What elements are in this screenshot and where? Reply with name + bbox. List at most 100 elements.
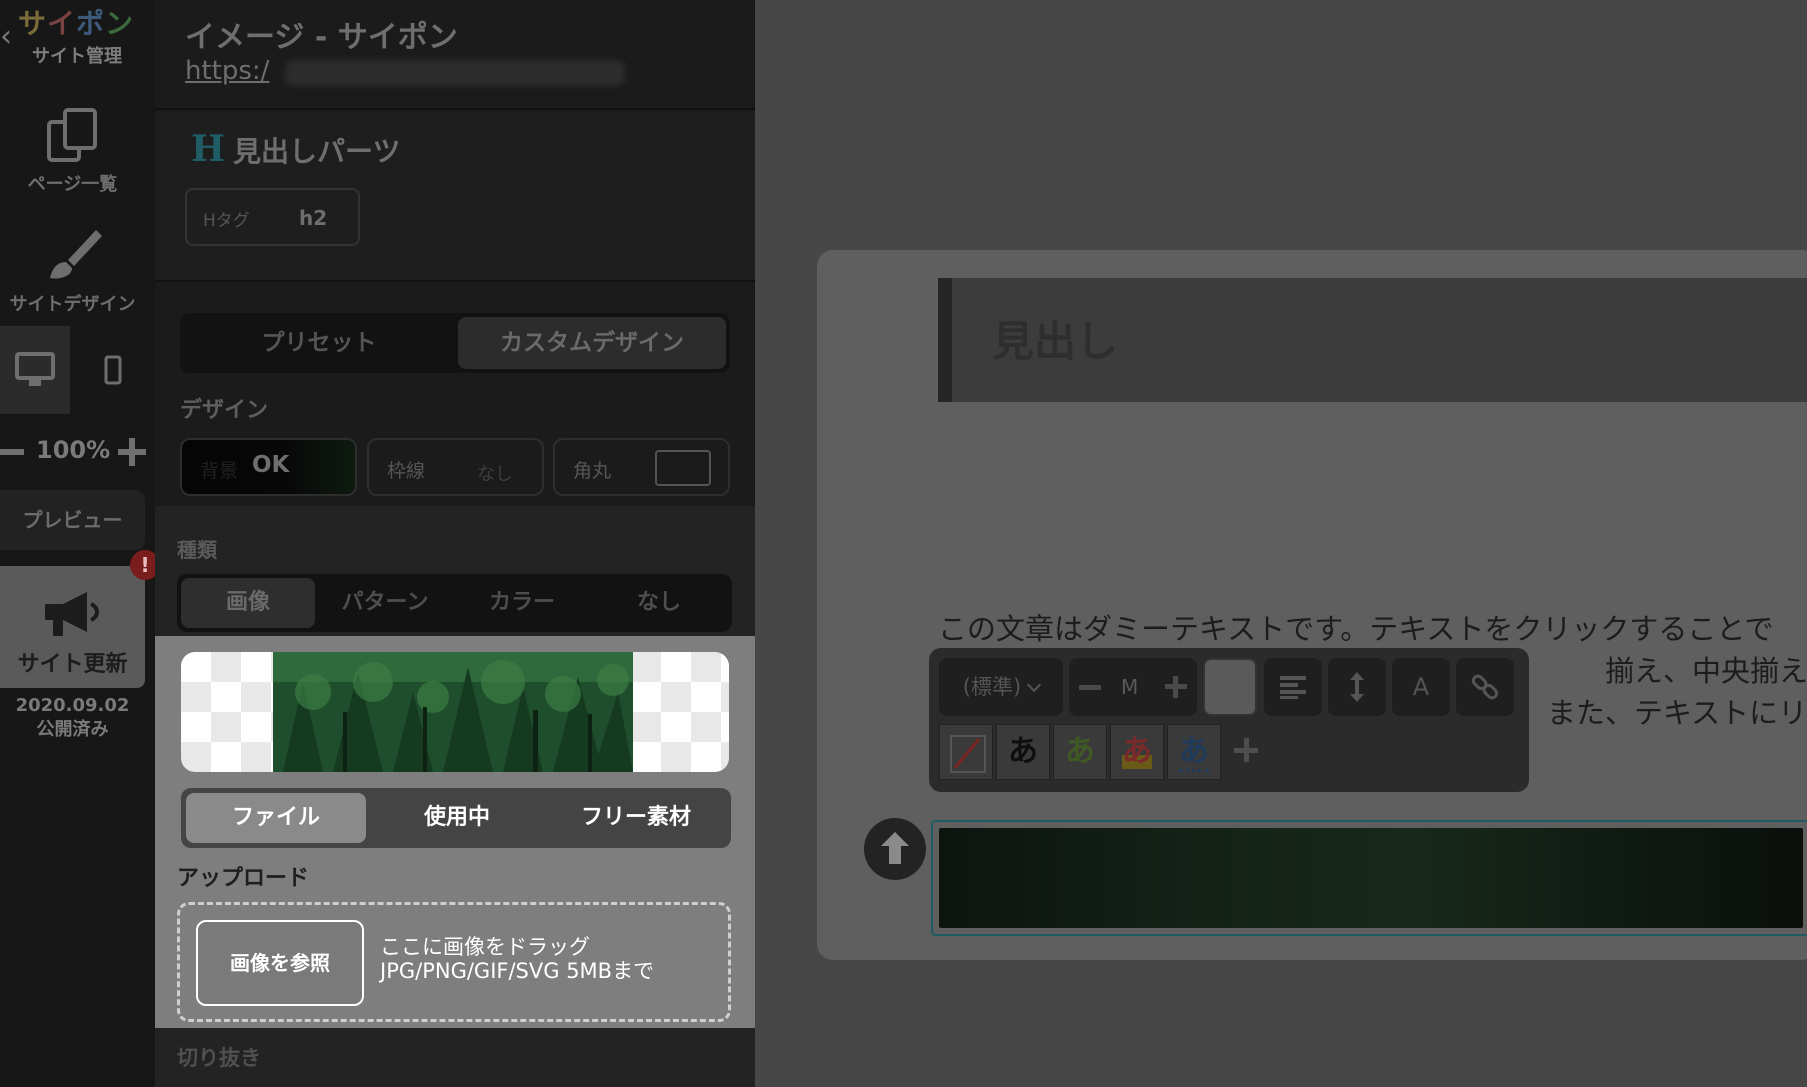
kind-label: 種類 xyxy=(177,538,217,562)
sidebar: ‹ サイポン サイト管理 ページ一覧 サイトデザイン 100% プレビュー サイ… xyxy=(0,0,160,1087)
upload-label: アップロード xyxy=(177,866,310,891)
browse-image-button[interactable]: 画像を参照 xyxy=(196,920,364,1006)
tab-kind-none[interactable]: なし xyxy=(592,578,726,628)
site-update-label: サイト更新 xyxy=(17,652,128,677)
desktop-icon xyxy=(15,352,55,386)
kind-section: 種類 画像 パターン カラー なし xyxy=(155,506,755,636)
font-button[interactable]: A xyxy=(1392,658,1450,716)
heading-part-section: H 見出しパーツ Hタグ h2 xyxy=(155,112,755,282)
text-align-button[interactable] xyxy=(1264,658,1322,716)
text-format-toolbar: (標準) M A あ あ あ あ xyxy=(929,648,1529,792)
forest-image xyxy=(273,652,633,772)
saipon-logo[interactable]: サイポン xyxy=(18,6,134,42)
image-block[interactable] xyxy=(931,820,1807,936)
design-mode-tabs: プリセット カスタムデザイン xyxy=(180,313,730,373)
preview-canvas: 見出し この文章はダミーテキストです。テキストをクリックすることで 揃え、中央揃… xyxy=(755,0,1807,1087)
page-title: イメージ - サイポン xyxy=(185,20,458,55)
zoom-out-icon[interactable] xyxy=(0,449,24,455)
link-button[interactable] xyxy=(1456,658,1514,716)
underline-decoration-button[interactable]: あ xyxy=(1167,724,1221,780)
preview-button[interactable]: プレビュー xyxy=(0,490,145,550)
publish-date: 2020.09.02 xyxy=(15,695,130,716)
bold-decoration-button[interactable]: あ xyxy=(996,724,1050,780)
desktop-view-toggle[interactable] xyxy=(0,326,70,414)
font-size-stepper: M xyxy=(1069,658,1197,716)
heading-block[interactable]: 見出し xyxy=(938,278,1807,402)
image-preview[interactable] xyxy=(181,652,729,772)
site-update-button[interactable]: サイト更新 xyxy=(0,566,145,688)
text-color-button[interactable] xyxy=(1203,658,1257,716)
background-option[interactable]: 背景 OK xyxy=(180,438,357,496)
move-up-button[interactable] xyxy=(864,818,926,880)
tab-kind-image[interactable]: 画像 xyxy=(181,578,315,628)
tab-kind-pattern[interactable]: パターン xyxy=(318,578,452,628)
font-size-increase-icon[interactable] xyxy=(1165,676,1187,698)
htag-value: h2 xyxy=(299,206,328,230)
upload-hint-formats: JPG/PNG/GIF/SVG 5MBまで xyxy=(380,959,655,983)
image-settings: ファイル 使用中 フリー素材 アップロード 画像を参照 ここに画像をドラッグ J… xyxy=(155,636,755,1028)
line-height-button[interactable] xyxy=(1328,658,1386,716)
brush-icon xyxy=(49,230,102,279)
design-label: デザイン xyxy=(180,398,269,423)
link-icon xyxy=(1471,674,1499,700)
body-line-1: この文章はダミーテキストです。テキストをクリックすることで xyxy=(938,612,1774,646)
sidebar-item-site-design-label: サイトデザイン xyxy=(9,294,136,315)
upload-hint-drag: ここに画像をドラッグ xyxy=(380,935,590,959)
border-label: 枠線 xyxy=(387,460,426,482)
htag-select[interactable]: Hタグ h2 xyxy=(185,188,360,246)
zoom-in-icon[interactable] xyxy=(118,438,146,466)
marker-decoration-char: あ xyxy=(1122,734,1152,769)
url-redacted xyxy=(285,60,625,86)
publish-state: 公開済み xyxy=(36,719,109,740)
sidebar-item-site-design[interactable]: サイトデザイン xyxy=(0,226,145,316)
arrow-up-icon xyxy=(881,832,909,864)
add-decoration-icon[interactable] xyxy=(1234,738,1258,762)
upload-hint: ここに画像をドラッグ JPG/PNG/GIF/SVG 5MBまで xyxy=(380,935,654,983)
tab-source-free-material[interactable]: フリー素材 xyxy=(546,793,726,843)
publish-status: 2020.09.02 公開済み xyxy=(0,694,145,742)
page-url-link[interactable]: https:/ xyxy=(185,56,269,86)
crop-label: 切り抜き xyxy=(177,1046,261,1070)
kind-tabs: 画像 パターン カラー なし xyxy=(177,574,732,632)
clear-decoration-button[interactable] xyxy=(939,724,993,780)
font-size-decrease-icon[interactable] xyxy=(1079,685,1101,690)
htag-label: Hタグ xyxy=(203,211,250,231)
image-block-picture xyxy=(939,828,1803,928)
text-style-select[interactable]: (標準) xyxy=(939,658,1063,716)
color-decoration-button[interactable]: あ xyxy=(1053,724,1107,780)
tab-source-in-use[interactable]: 使用中 xyxy=(367,793,547,843)
image-source-tabs: ファイル 使用中 フリー素材 xyxy=(181,788,731,848)
radius-preview xyxy=(655,450,711,486)
zoom-control: 100% xyxy=(0,432,150,472)
back-chevron-icon[interactable]: ‹ xyxy=(0,22,12,52)
pages-icon xyxy=(46,108,97,162)
heading-text: 見出し xyxy=(992,317,1119,366)
mobile-icon xyxy=(104,355,121,385)
tab-source-file[interactable]: ファイル xyxy=(186,793,366,843)
heading-part-icon: H xyxy=(191,128,226,170)
font-size-value: M xyxy=(1121,675,1139,699)
tab-kind-color[interactable]: カラー xyxy=(455,578,589,628)
border-value: なし xyxy=(477,464,513,485)
site-admin-label: サイト管理 xyxy=(32,46,122,67)
sidebar-item-pages-label: ページ一覧 xyxy=(27,174,118,195)
panel-header: イメージ - サイポン https:/ xyxy=(155,0,755,110)
marker-decoration-button[interactable]: あ xyxy=(1110,724,1164,780)
mobile-view-toggle[interactable] xyxy=(80,326,145,414)
crop-section: 切り抜き xyxy=(155,1028,755,1087)
line-height-icon xyxy=(1350,672,1364,702)
part-title: 見出しパーツ xyxy=(233,135,401,168)
tab-custom-design[interactable]: カスタムデザイン xyxy=(458,317,726,369)
zoom-level: 100% xyxy=(36,436,111,464)
sidebar-item-pages[interactable]: ページ一覧 xyxy=(0,106,145,196)
tab-preset[interactable]: プリセット xyxy=(184,317,454,369)
underline-decoration-char: あ xyxy=(1179,734,1209,772)
part-heading: H 見出しパーツ xyxy=(191,128,400,170)
radius-option[interactable]: 角丸 xyxy=(553,438,730,496)
radius-label: 角丸 xyxy=(573,460,612,482)
border-option[interactable]: 枠線 なし xyxy=(367,438,544,496)
upload-dropzone[interactable]: 画像を参照 ここに画像をドラッグ JPG/PNG/GIF/SVG 5MBまで xyxy=(177,902,731,1022)
megaphone-icon xyxy=(44,592,99,636)
background-value: OK xyxy=(252,452,290,478)
chevron-down-icon xyxy=(1027,677,1042,693)
